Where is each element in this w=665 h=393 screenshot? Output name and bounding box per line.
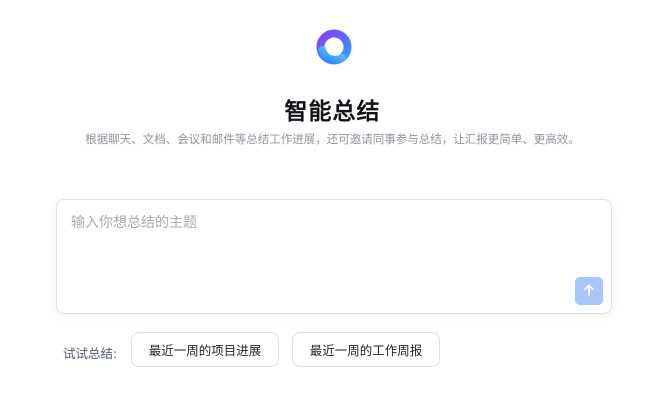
suggestion-chip-weekly-project-progress[interactable]: 最近一周的项目进展 (131, 332, 279, 367)
summary-topic-composer (56, 199, 612, 314)
suggestions-label: 试试总结: (63, 346, 118, 361)
arrow-up-icon (582, 282, 596, 301)
ring-logo-icon (315, 28, 353, 66)
page-subtitle: 根据聊天、文档、会议和邮件等总结工作进展，还可邀请同事参与总结，让汇报更简单、更… (85, 132, 580, 146)
suggestion-chip-weekly-work-report[interactable]: 最近一周的工作周报 (292, 332, 440, 367)
topic-input[interactable] (71, 212, 591, 272)
send-button[interactable] (575, 277, 603, 305)
page-title: 智能总结 (284, 99, 381, 125)
